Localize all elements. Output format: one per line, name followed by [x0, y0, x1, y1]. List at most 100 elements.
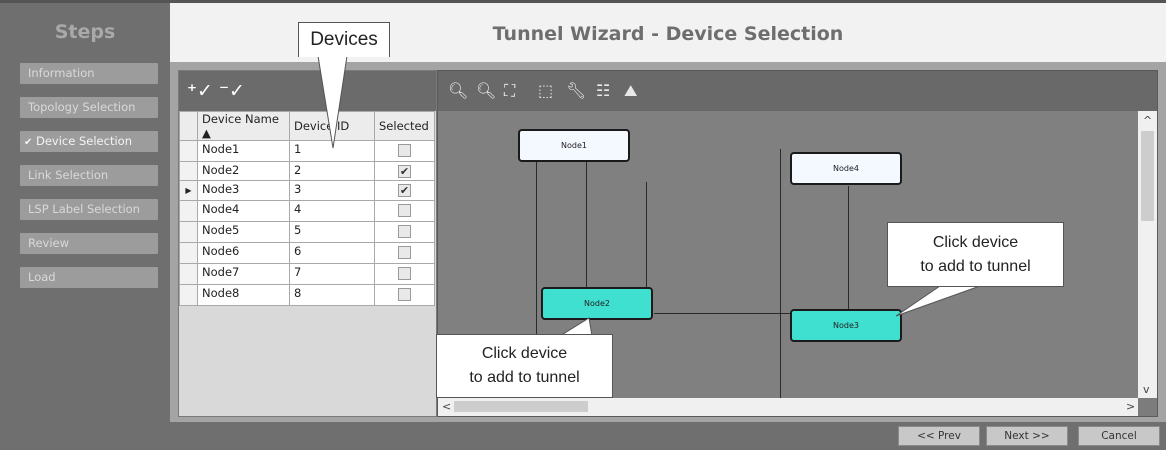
step-link-selection[interactable]: Link Selection — [20, 165, 158, 186]
device-id-cell[interactable]: 8 — [289, 284, 375, 306]
step-label: Device Selection — [36, 134, 132, 148]
selected-cell: ✔ — [374, 180, 435, 201]
node-label: Node2 — [584, 299, 610, 308]
device-id-cell[interactable]: 2 — [289, 161, 375, 181]
row-header[interactable] — [179, 140, 198, 162]
table-row[interactable]: Node2 2 ✔ — [179, 161, 435, 181]
selected-checkbox[interactable]: ✔ — [398, 184, 411, 197]
device-id-cell[interactable]: 7 — [289, 263, 375, 285]
wizard-footer: << Prev Next >> Cancel — [170, 422, 1166, 450]
step-review[interactable]: Review — [20, 233, 158, 254]
scroll-thumb[interactable] — [1141, 131, 1154, 221]
zoom-in-icon[interactable]: 🔍︎ — [448, 81, 468, 100]
fit-view-icon[interactable]: ⛶ — [504, 81, 515, 101]
callout-text: Click device — [932, 234, 1019, 251]
steps-sidebar: Steps Information Topology Selection ✔ De… — [0, 0, 170, 450]
add-to-tunnel-callout-bottom: Click device to add to tunnel — [436, 334, 613, 398]
column-header-selected[interactable]: Selected — [374, 111, 435, 141]
selected-cell — [374, 284, 435, 306]
row-header[interactable] — [179, 221, 198, 243]
step-label: Link Selection — [28, 168, 109, 182]
add-to-tunnel-callout-right: Click device to add to tunnel — [887, 222, 1064, 287]
vertical-scrollbar[interactable]: ^ v — [1138, 111, 1157, 398]
table-toolbar: ⁺✓ ⁻✓ — [179, 71, 436, 111]
table-row[interactable]: ▶ Node3 3 ✔ — [179, 180, 435, 201]
selected-checkbox[interactable] — [398, 204, 411, 217]
device-name-cell[interactable]: Node4 — [197, 200, 290, 222]
table-row[interactable]: Node8 8 — [179, 284, 435, 306]
scroll-left-icon[interactable]: < — [442, 400, 451, 413]
select-icon[interactable]: ⬚ — [538, 81, 553, 100]
topology-toolbar: 🔍︎ 🔍︎ ⛶ ⬚ 🔧︎ ☷ ⛰ — [438, 71, 1157, 111]
table-row[interactable]: Node1 1 — [179, 140, 435, 162]
topology-node[interactable]: Node1 — [518, 129, 630, 162]
device-name-cell[interactable]: Node7 — [197, 263, 290, 285]
device-id-cell[interactable]: 4 — [289, 200, 375, 222]
step-lsp-label-selection[interactable]: LSP Label Selection — [20, 199, 158, 220]
callout-text: Click device — [481, 345, 568, 362]
table-header-row: Device Name ▲ Device ID Selected — [179, 111, 435, 141]
step-label: Information — [28, 66, 95, 80]
remove-selected-icon[interactable]: ⁻✓ — [219, 80, 245, 102]
scroll-down-icon[interactable]: v — [1143, 383, 1150, 396]
device-name-cell[interactable]: Node2 — [197, 161, 290, 181]
selected-checkbox[interactable]: ✔ — [398, 165, 411, 178]
wrench-icon[interactable]: 🔧︎ — [566, 81, 586, 100]
selected-cell — [374, 140, 435, 162]
device-id-cell[interactable]: 5 — [289, 221, 375, 243]
hierarchy-layout-icon[interactable]: ☷ — [596, 81, 610, 100]
selected-cell — [374, 263, 435, 285]
selected-cell: ✔ — [374, 161, 435, 181]
row-header[interactable] — [179, 242, 198, 264]
topology-node[interactable]: Node2 — [541, 287, 653, 320]
prev-button[interactable]: << Prev — [898, 426, 980, 446]
step-device-selection[interactable]: ✔ Device Selection — [20, 131, 158, 152]
row-header[interactable] — [179, 263, 198, 285]
column-header-device-id[interactable]: Device ID — [289, 111, 375, 141]
device-name-cell[interactable]: Node1 — [197, 140, 290, 162]
row-header[interactable] — [179, 200, 198, 222]
zoom-out-icon[interactable]: 🔍︎ — [476, 81, 496, 100]
row-header[interactable] — [179, 161, 198, 181]
step-load[interactable]: Load — [20, 267, 158, 288]
selected-checkbox[interactable] — [398, 246, 411, 259]
table-row[interactable]: Node6 6 — [179, 242, 435, 264]
scroll-up-icon[interactable]: ^ — [1143, 114, 1152, 127]
image-icon[interactable]: ⛰ — [624, 81, 637, 101]
next-button[interactable]: Next >> — [986, 426, 1068, 446]
row-header[interactable] — [179, 284, 198, 306]
topology-node[interactable]: Node3 — [790, 309, 902, 342]
callout-text: Devices — [310, 29, 378, 50]
selected-cell — [374, 242, 435, 264]
device-id-cell[interactable]: 6 — [289, 242, 375, 264]
selected-checkbox[interactable] — [398, 267, 411, 280]
device-table-panel: ⁺✓ ⁻✓ Device Name ▲ Device ID Selected N… — [178, 70, 437, 417]
step-information[interactable]: Information — [20, 63, 158, 84]
topology-node[interactable]: Node4 — [790, 152, 902, 185]
horizontal-scrollbar[interactable]: < > — [438, 398, 1138, 416]
table-row[interactable]: Node7 7 — [179, 263, 435, 285]
device-name-cell[interactable]: Node6 — [197, 242, 290, 264]
devices-callout: Devices — [298, 22, 390, 57]
column-header-device-name[interactable]: Device Name ▲ — [197, 111, 290, 141]
selected-checkbox[interactable] — [398, 288, 411, 301]
device-id-cell[interactable]: 1 — [289, 140, 375, 162]
selected-checkbox[interactable] — [398, 144, 411, 157]
add-selected-icon[interactable]: ⁺✓ — [187, 80, 213, 102]
device-name-cell[interactable]: Node8 — [197, 284, 290, 306]
device-id-cell[interactable]: 3 — [289, 180, 375, 201]
selected-cell — [374, 200, 435, 222]
selected-cell — [374, 221, 435, 243]
table-row[interactable]: Node5 5 — [179, 221, 435, 243]
scroll-right-icon[interactable]: > — [1126, 400, 1135, 413]
device-name-cell[interactable]: Node3 — [197, 180, 290, 201]
table-row[interactable]: Node4 4 — [179, 200, 435, 222]
selected-checkbox[interactable] — [398, 225, 411, 238]
device-name-cell[interactable]: Node5 — [197, 221, 290, 243]
link-line — [654, 313, 790, 314]
step-topology-selection[interactable]: Topology Selection — [20, 97, 158, 118]
scroll-thumb[interactable] — [454, 401, 588, 412]
row-header[interactable]: ▶ — [179, 180, 198, 201]
cancel-button[interactable]: Cancel — [1078, 426, 1160, 446]
step-label: Topology Selection — [28, 100, 136, 114]
